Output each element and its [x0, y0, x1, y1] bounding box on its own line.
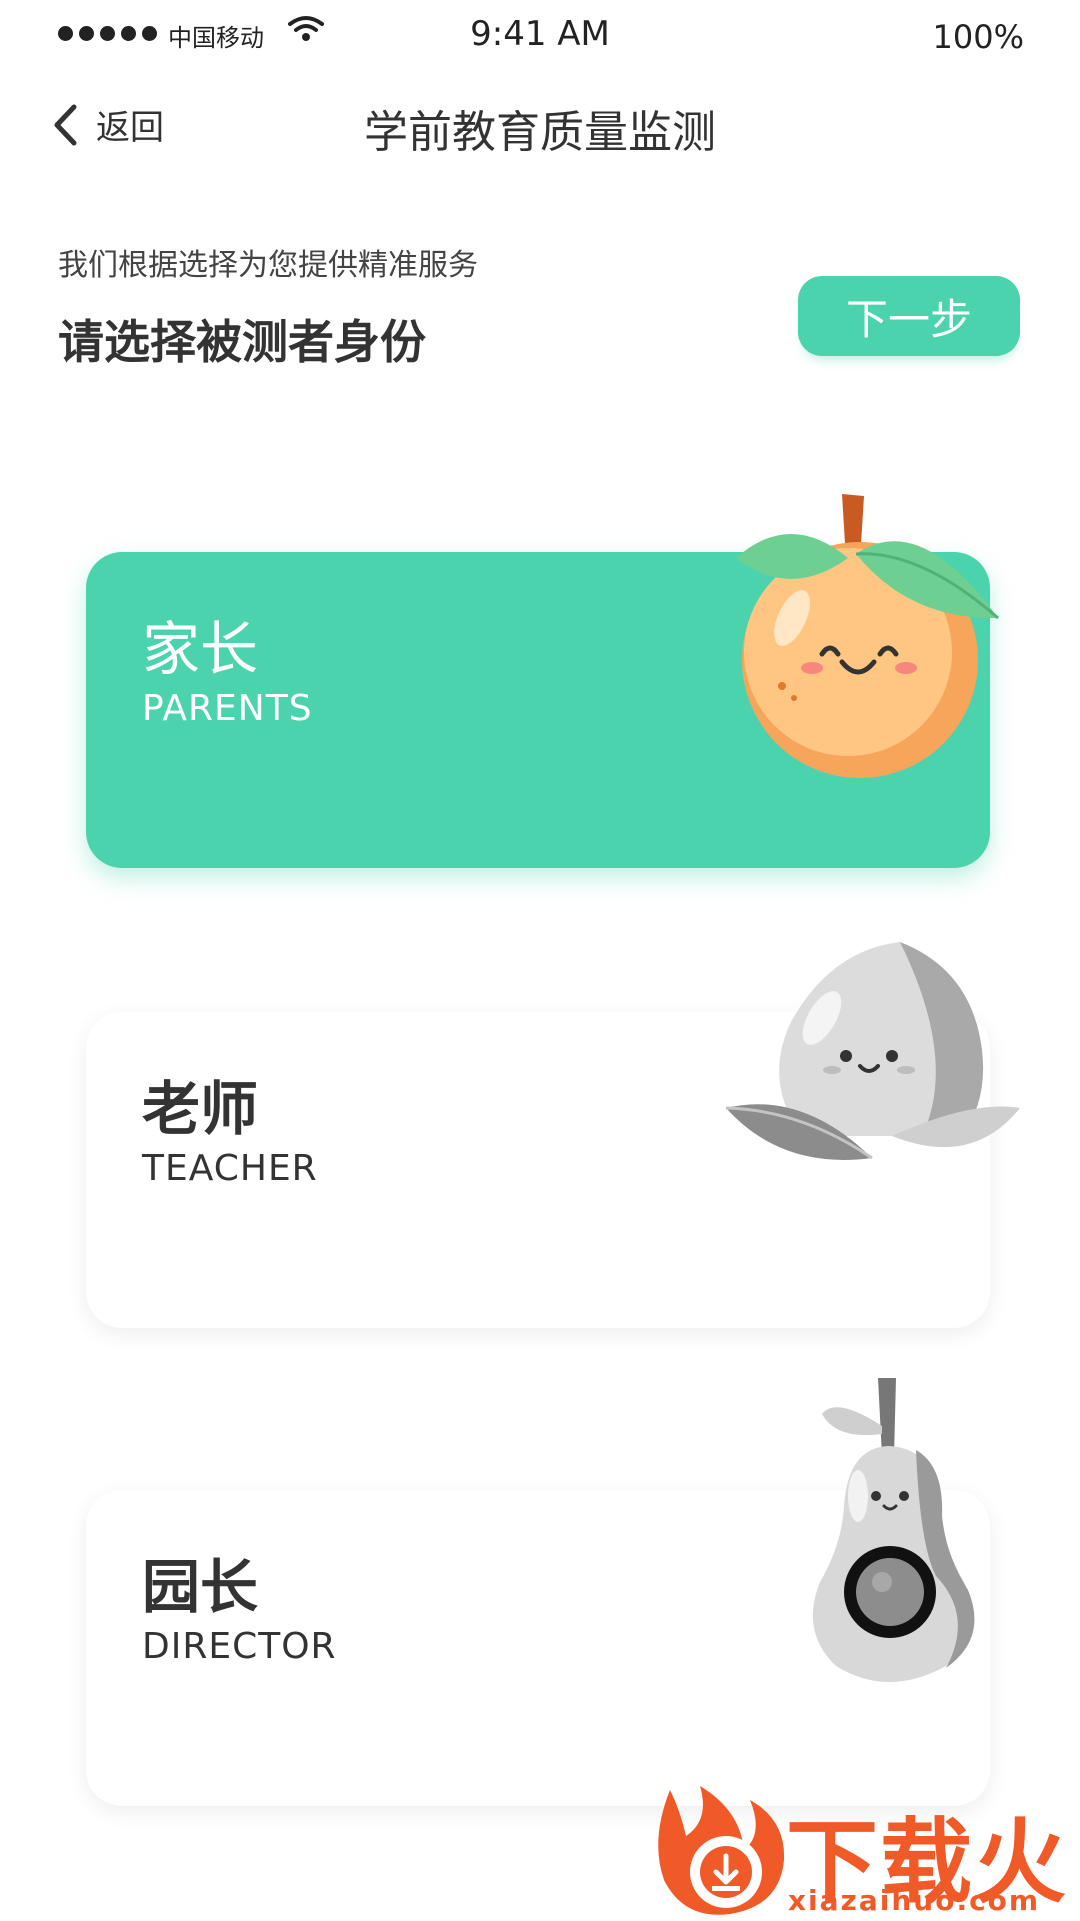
- flame-download-icon: [658, 1786, 785, 1915]
- section-heading: 请选择被测者身份: [58, 315, 426, 369]
- page-title: 学前教育质量监测: [364, 107, 716, 158]
- role-title-en: DIRECTOR: [142, 1626, 337, 1667]
- battery-level: 100%: [932, 18, 1024, 56]
- pear-mascot-icon: [812, 1378, 975, 1682]
- navigation-bar: 返回 学前教育质量监测: [0, 82, 1080, 172]
- orange-mascot-icon: [736, 494, 999, 778]
- watermark-logo: 下载火 xiazaihuo.com: [640, 1780, 1080, 1920]
- role-title-en: PARENTS: [142, 688, 313, 729]
- peach-mascot-icon: [725, 942, 1020, 1160]
- status-bar: 中国移动 9:41 AM 100%: [0, 0, 1080, 72]
- next-step-button[interactable]: 下一步: [798, 276, 1020, 356]
- status-time: 9:41 AM: [470, 14, 610, 54]
- role-title-zh: 家长: [142, 615, 259, 683]
- subtitle-text: 我们根据选择为您提供精准服务: [58, 248, 478, 283]
- role-title-zh: 老师: [142, 1075, 259, 1143]
- role-title-zh: 园长: [142, 1553, 259, 1621]
- role-title-en: TEACHER: [142, 1148, 318, 1189]
- watermark-url: xiazaihuo.com: [788, 1884, 1041, 1917]
